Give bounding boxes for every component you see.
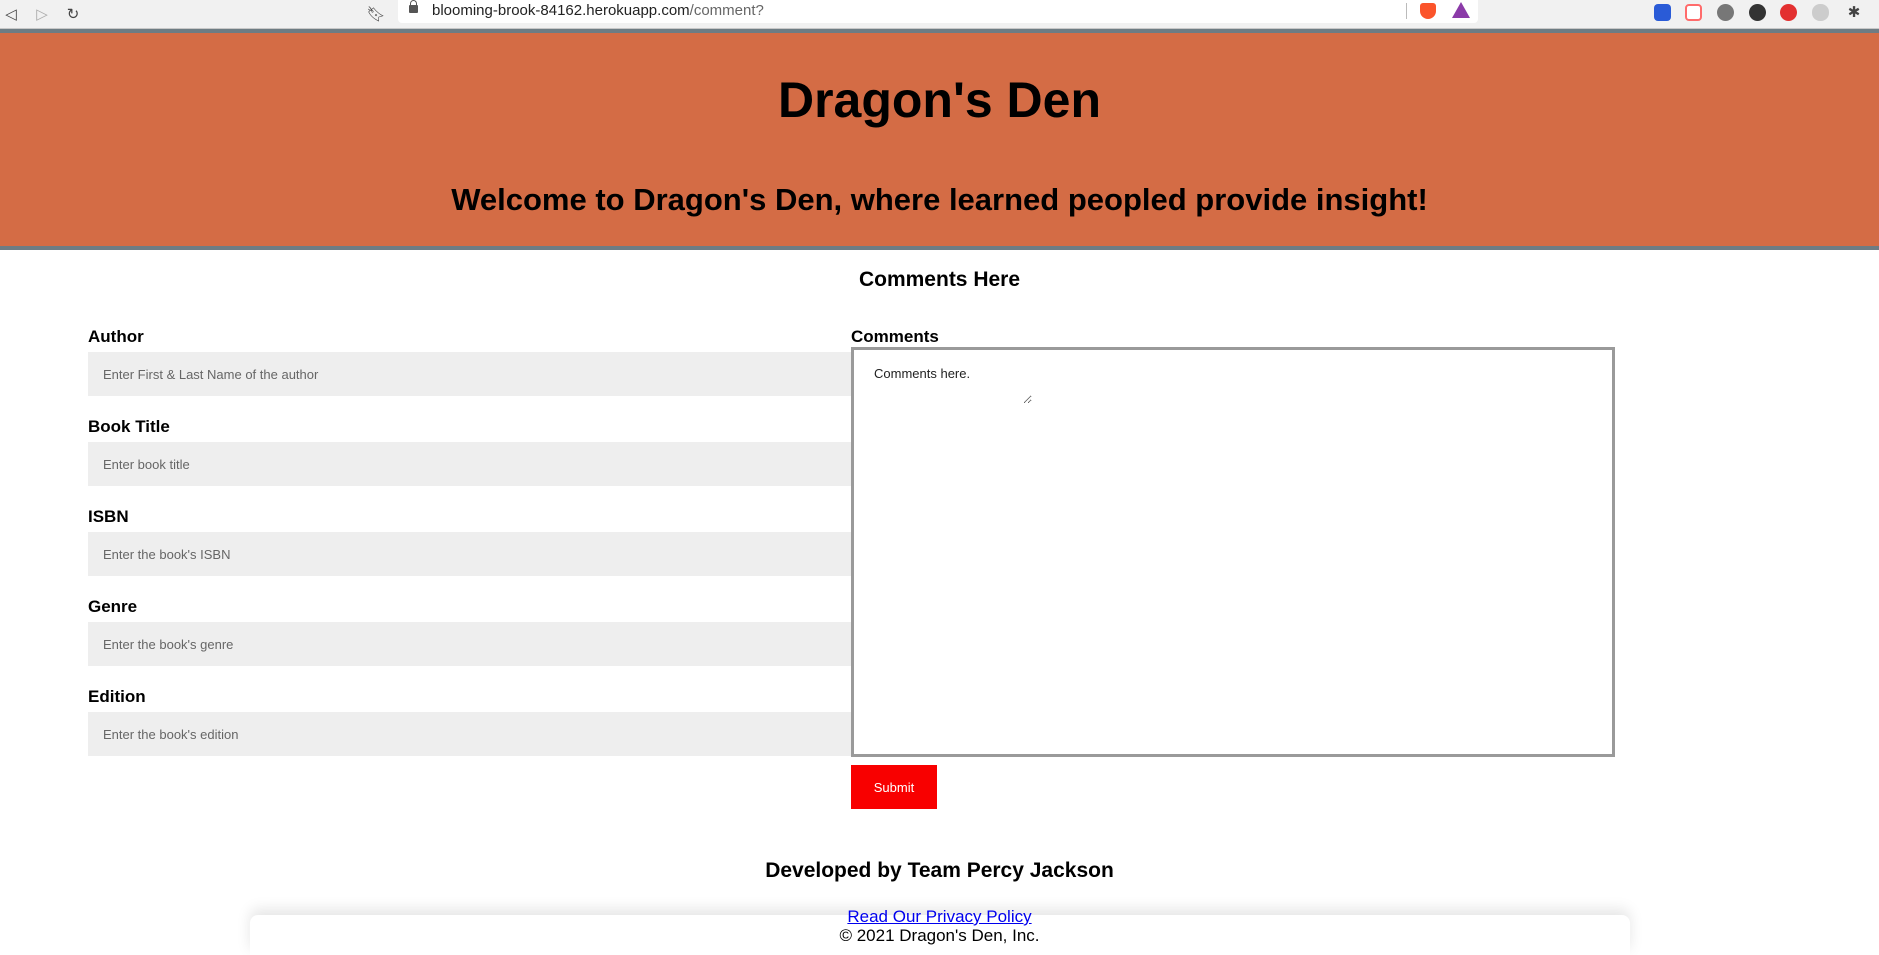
extension-icon-2[interactable] [1685,4,1702,21]
book-title-label: Book Title [88,417,170,436]
form-heading: Comments Here [858,268,1021,291]
extension-icon-5[interactable] [1780,4,1797,21]
lock-icon [409,0,418,13]
privacy-link-container: Read Our Privacy Policy [0,907,1879,927]
author-input[interactable] [88,352,851,396]
puzzle-extensions-icon[interactable]: ✱ [1844,2,1864,22]
book-title-input[interactable] [88,442,851,486]
extension-icon-6[interactable] [1812,4,1829,21]
developed-by-text: Developed by Team Percy Jackson [765,859,1114,882]
edition-label: Edition [88,687,146,706]
comments-container [851,347,1615,757]
site-title: Dragon's Den [777,72,1102,128]
brave-shields-icon[interactable] [1420,3,1436,19]
submit-button[interactable]: Submit [851,765,937,809]
privacy-policy-link[interactable]: Read Our Privacy Policy [847,907,1031,926]
address-bar-divider [1406,3,1407,19]
genre-input[interactable] [88,622,851,666]
reload-icon[interactable]: ↻ [63,4,83,24]
extension-icon-4[interactable] [1749,4,1766,21]
comments-textarea[interactable] [874,366,1032,404]
isbn-label: ISBN [88,507,129,526]
comments-label: Comments [851,327,939,346]
address-bar[interactable]: blooming-brook-84162.herokuapp.com/comme… [398,0,1478,23]
extension-icon-1[interactable] [1654,4,1671,21]
extension-icon-3[interactable] [1717,4,1734,21]
isbn-input[interactable] [88,532,851,576]
edition-input[interactable] [88,712,851,756]
url-text: blooming-brook-84162.herokuapp.com/comme… [432,2,764,19]
browser-toolbar: ◁ ▷ ↻ 🔖︎ blooming-brook-84162.herokuapp.… [0,0,1879,29]
author-label: Author [88,327,144,346]
back-arrow-icon[interactable]: ◁ [1,4,21,24]
brave-rewards-icon[interactable] [1452,2,1470,18]
bookmark-icon[interactable]: 🔖︎ [366,4,386,24]
forward-arrow-icon[interactable]: ▷ [32,4,52,24]
site-header: Dragon's Den Welcome to Dragon's Den, wh… [0,29,1879,250]
site-tagline: Welcome to Dragon's Den, where learned p… [451,182,1428,217]
genre-label: Genre [88,597,138,616]
copyright-text: © 2021 Dragon's Den, Inc. [839,926,1040,945]
